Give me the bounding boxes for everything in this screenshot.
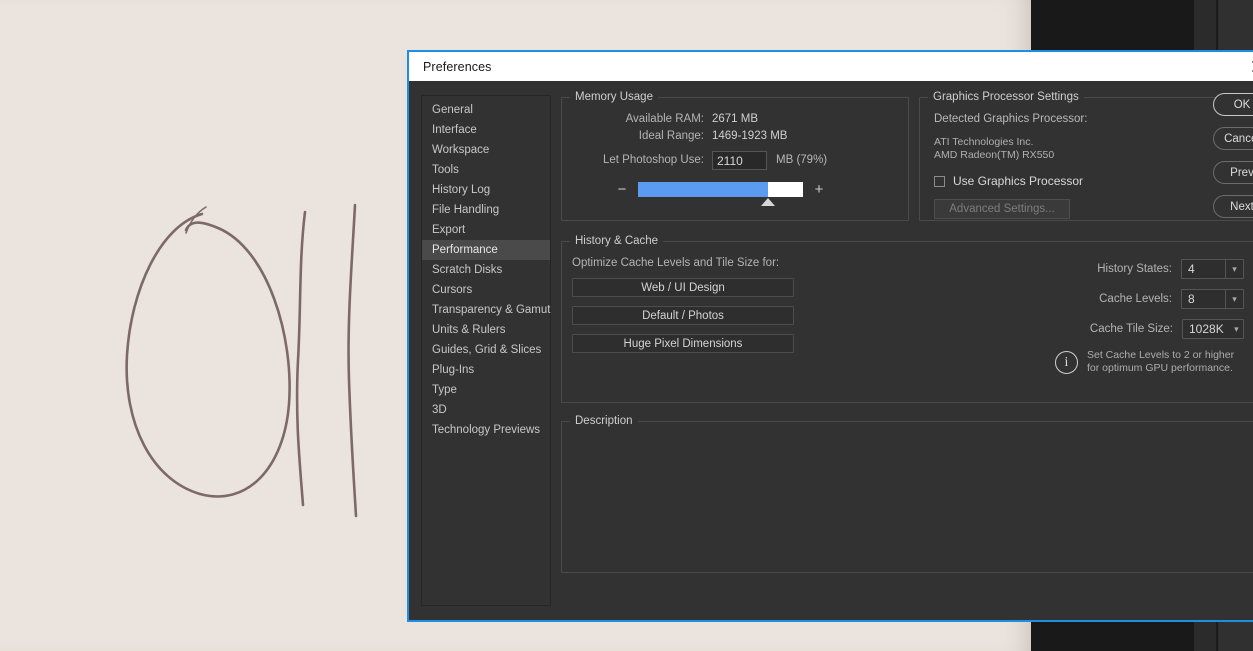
memory-slider[interactable] xyxy=(638,182,803,206)
cache-tile-size-label: Cache Tile Size: xyxy=(1089,323,1173,335)
sidebar-item-history-log[interactable]: History Log xyxy=(422,180,550,200)
sidebar-item-tools[interactable]: Tools xyxy=(422,160,550,180)
memory-units-label: MB (79%) xyxy=(776,154,828,166)
history-states-value: 4 xyxy=(1188,262,1195,276)
history-cache-group: History & Cache Optimize Cache Levels an… xyxy=(561,235,1253,403)
available-ram-row: Available RAM: 2671 MB xyxy=(562,111,908,128)
slider-plus-icon[interactable]: + xyxy=(811,182,827,197)
preset-huge-pixel-dimensions-button[interactable]: Huge Pixel Dimensions xyxy=(572,334,794,353)
cache-fields-column: History States: 4 ▾ Cache Levels: 8 ▾ Ca… xyxy=(922,257,1253,402)
info-icon: i xyxy=(1055,351,1078,374)
memory-usage-group: Memory Usage Available RAM: 2671 MB Idea… xyxy=(561,91,909,221)
cache-presets-column: Optimize Cache Levels and Tile Size for:… xyxy=(562,257,922,402)
sidebar-item-scratch-disks[interactable]: Scratch Disks xyxy=(422,260,550,280)
cache-tile-size-row: Cache Tile Size: 1028K ▾ xyxy=(922,319,1244,339)
chevron-down-icon[interactable]: ▾ xyxy=(1230,320,1243,338)
advanced-settings-button[interactable]: Advanced Settings... xyxy=(934,199,1070,219)
memory-slider-fill xyxy=(638,182,769,197)
description-group: Description xyxy=(561,415,1253,573)
use-graphics-processor-label: Use Graphics Processor xyxy=(953,174,1084,188)
memory-slider-row: − + xyxy=(614,182,908,206)
close-icon[interactable] xyxy=(1243,53,1253,81)
cache-levels-value: 8 xyxy=(1188,292,1195,306)
next-button[interactable]: Next xyxy=(1213,195,1253,218)
use-graphics-processor-row[interactable]: Use Graphics Processor xyxy=(934,174,1253,188)
preferences-dialog: Preferences General Interface Workspace … xyxy=(407,50,1253,622)
history-cache-legend: History & Cache xyxy=(575,235,659,247)
use-graphics-processor-checkbox[interactable] xyxy=(934,175,945,187)
memory-amount-input[interactable] xyxy=(712,151,767,170)
prev-button[interactable]: Prev xyxy=(1213,161,1253,184)
history-cache-inner: Optimize Cache Levels and Tile Size for:… xyxy=(562,247,1253,402)
graphics-processor-inner: Detected Graphics Processor: ATI Technol… xyxy=(920,103,1253,219)
chevron-down-icon[interactable]: ▾ xyxy=(1225,260,1243,278)
cache-levels-label: Cache Levels: xyxy=(1099,293,1172,305)
sidebar-item-workspace[interactable]: Workspace xyxy=(422,140,550,160)
chevron-down-icon[interactable]: ▾ xyxy=(1225,290,1243,308)
description-legend: Description xyxy=(575,415,633,427)
dialog-title: Preferences xyxy=(423,59,492,74)
history-states-row: History States: 4 ▾ xyxy=(922,259,1244,279)
history-states-label: History States: xyxy=(1097,263,1172,275)
cache-levels-row: Cache Levels: 8 ▾ xyxy=(922,289,1244,309)
slider-minus-icon[interactable]: − xyxy=(614,182,630,197)
memory-usage-legend: Memory Usage xyxy=(575,91,653,103)
memory-slider-handle[interactable] xyxy=(761,198,776,206)
sidebar-item-cursors[interactable]: Cursors xyxy=(422,280,550,300)
dialog-titlebar[interactable]: Preferences xyxy=(409,52,1253,81)
available-ram-label: Available RAM: xyxy=(625,113,704,125)
preset-default-photos-button[interactable]: Default / Photos xyxy=(572,306,794,325)
cache-tile-size-select[interactable]: 1028K ▾ xyxy=(1182,319,1244,339)
graphics-processor-group: Graphics Processor Settings Detected Gra… xyxy=(919,91,1253,221)
sidebar-item-technology-previews[interactable]: Technology Previews xyxy=(422,420,550,440)
sidebar-item-file-handling[interactable]: File Handling xyxy=(422,200,550,220)
preferences-category-list[interactable]: General Interface Workspace Tools Histor… xyxy=(421,95,551,606)
cache-hint-text: Set Cache Levels to 2 or higher for opti… xyxy=(1087,349,1235,374)
optimize-cache-label: Optimize Cache Levels and Tile Size for: xyxy=(572,257,780,269)
ideal-range-label: Ideal Range: xyxy=(638,130,704,142)
sidebar-item-type[interactable]: Type xyxy=(422,380,550,400)
cancel-button[interactable]: Cancel xyxy=(1213,127,1253,150)
sidebar-item-transparency-gamut[interactable]: Transparency & Gamut xyxy=(422,300,550,320)
ok-button[interactable]: OK xyxy=(1213,93,1253,116)
sidebar-item-units-rulers[interactable]: Units & Rulers xyxy=(422,320,550,340)
top-groups-row: Memory Usage Available RAM: 2671 MB Idea… xyxy=(561,91,1253,221)
graphics-processor-legend: Graphics Processor Settings xyxy=(933,91,1079,103)
cache-tile-size-value: 1028K xyxy=(1189,322,1224,336)
preset-web-ui-design-button[interactable]: Web / UI Design xyxy=(572,278,794,297)
sidebar-item-3d[interactable]: 3D xyxy=(422,400,550,420)
let-photoshop-use-row: Let Photoshop Use: MB (79%) xyxy=(562,151,908,170)
sidebar-item-guides-grid-slices[interactable]: Guides, Grid & Slices xyxy=(422,340,550,360)
history-states-select[interactable]: 4 ▾ xyxy=(1181,259,1244,279)
memory-usage-rows: Available RAM: 2671 MB Ideal Range: 1469… xyxy=(562,103,908,170)
available-ram-value: 2671 MB xyxy=(712,113,759,125)
preferences-main-panel: Memory Usage Available RAM: 2671 MB Idea… xyxy=(551,91,1253,620)
sidebar-item-general[interactable]: General xyxy=(422,100,550,120)
ideal-range-row: Ideal Range: 1469-1923 MB xyxy=(562,128,908,145)
dialog-button-column: OK Cancel Prev Next xyxy=(1213,93,1253,218)
gpu-vendor: ATI Technologies Inc. xyxy=(934,136,1034,148)
dialog-body: General Interface Workspace Tools Histor… xyxy=(409,81,1253,620)
sidebar-item-performance[interactable]: Performance xyxy=(422,240,550,260)
gpu-model: AMD Radeon(TM) RX550 xyxy=(934,149,1055,161)
sidebar-item-interface[interactable]: Interface xyxy=(422,120,550,140)
cache-levels-select[interactable]: 8 ▾ xyxy=(1181,289,1244,309)
let-photoshop-use-label: Let Photoshop Use: xyxy=(602,154,704,166)
cache-hint-row: i Set Cache Levels to 2 or higher for op… xyxy=(922,349,1244,375)
detected-gpu-label: Detected Graphics Processor: xyxy=(934,113,1088,125)
ideal-range-value: 1469-1923 MB xyxy=(712,130,788,142)
sidebar-item-export[interactable]: Export xyxy=(422,220,550,240)
sidebar-item-plug-ins[interactable]: Plug-Ins xyxy=(422,360,550,380)
